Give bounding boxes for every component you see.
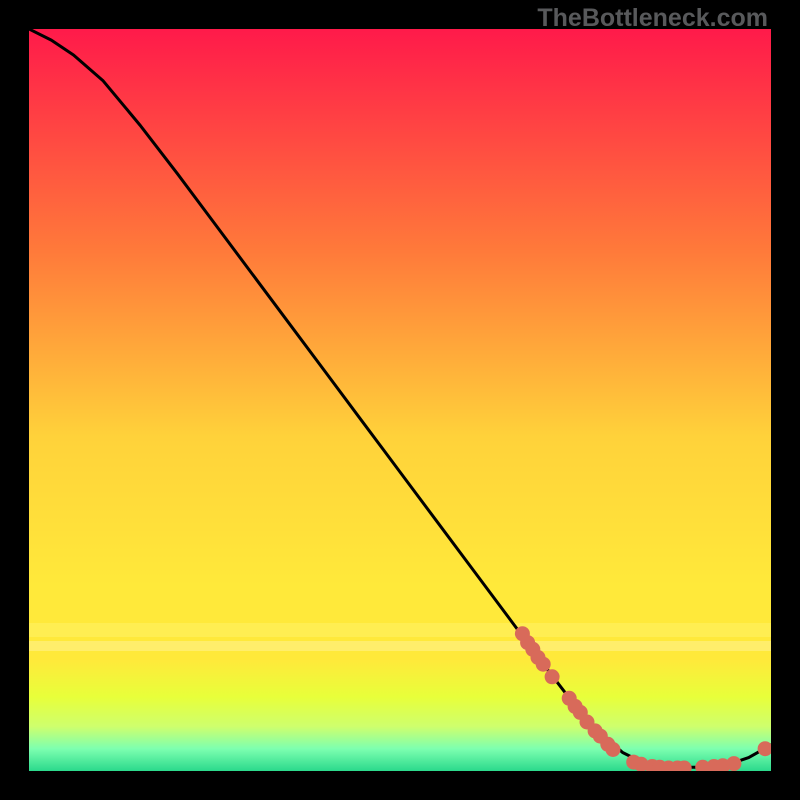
data-point — [606, 742, 621, 757]
data-point — [536, 657, 551, 672]
chart-frame — [29, 29, 771, 771]
gradient-background — [29, 29, 771, 771]
data-point — [726, 756, 741, 771]
highlight-band-2 — [29, 641, 771, 651]
data-point — [545, 669, 560, 684]
highlight-band-1 — [29, 623, 771, 637]
watermark-text: TheBottleneck.com — [537, 4, 768, 33]
chart-plot — [29, 29, 771, 771]
